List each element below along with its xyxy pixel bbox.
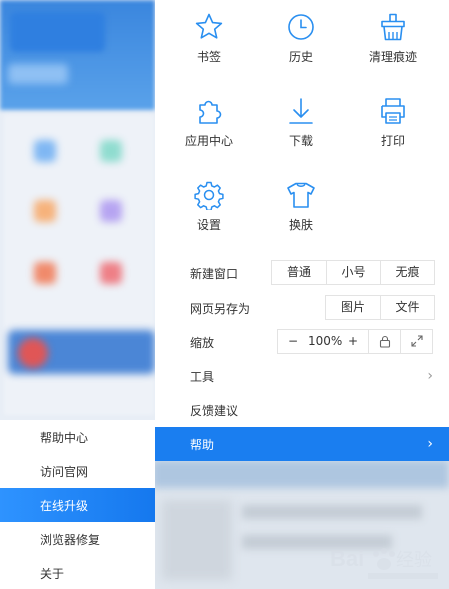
zoom-row: 缩放 − 100% + bbox=[155, 325, 449, 359]
clock-icon bbox=[288, 14, 314, 40]
new-window-options: 普通 小号 无痕 bbox=[271, 260, 435, 285]
menu-print-label: 打印 bbox=[380, 134, 405, 148]
menu-app-center-label: 应用中心 bbox=[184, 134, 233, 148]
submenu-help-center-label: 帮助中心 bbox=[40, 431, 89, 445]
submenu-browser-repair[interactable]: 浏览器修复 bbox=[0, 522, 155, 556]
new-window-incognito-button[interactable]: 无痕 bbox=[380, 261, 434, 284]
submenu-help-center[interactable]: 帮助中心 bbox=[0, 420, 155, 454]
new-window-label: 新建窗口 bbox=[190, 267, 239, 281]
tools-label: 工具 bbox=[190, 370, 215, 384]
browser-main-menu: 书签 历史 清理痕迹 应用中心 下载 打印 设置 换肤 新建窗口 普通 小号 无… bbox=[155, 0, 449, 461]
svg-text:Bai: Bai bbox=[330, 546, 364, 571]
submenu-online-upgrade-label: 在线升级 bbox=[40, 499, 89, 513]
watermark-logo: Bai 经验 bbox=[330, 546, 438, 579]
puzzle-icon bbox=[199, 100, 222, 124]
zoom-lock-button[interactable] bbox=[368, 330, 400, 353]
chevron-right-icon: › bbox=[427, 436, 433, 452]
gear-icon bbox=[194, 181, 224, 210]
menu-bookmarks-label: 书签 bbox=[196, 50, 221, 64]
menu-clear-traces-label: 清理痕迹 bbox=[368, 50, 417, 64]
save-as-label: 网页另存为 bbox=[190, 302, 251, 316]
new-window-normal-button[interactable]: 普通 bbox=[272, 261, 326, 284]
submenu-online-upgrade[interactable]: 在线升级 bbox=[0, 488, 155, 522]
zoom-controls: − 100% + bbox=[277, 329, 433, 354]
menu-skin-label: 换肤 bbox=[288, 218, 313, 232]
lock-icon bbox=[379, 335, 390, 348]
menu-help[interactable]: 帮助 › bbox=[155, 427, 449, 461]
menu-app-center[interactable]: 应用中心 bbox=[163, 96, 255, 176]
menu-history-label: 历史 bbox=[288, 50, 313, 64]
chevron-right-icon: › bbox=[427, 368, 433, 384]
star-icon bbox=[195, 13, 223, 39]
menu-settings-label: 设置 bbox=[196, 218, 221, 232]
tshirt-icon bbox=[287, 182, 315, 208]
zoom-label: 缩放 bbox=[190, 336, 215, 350]
zoom-value: 100% bbox=[308, 334, 343, 348]
menu-bookmarks[interactable]: 书签 bbox=[163, 12, 255, 92]
submenu-browser-repair-label: 浏览器修复 bbox=[40, 533, 101, 547]
new-window-small-button[interactable]: 小号 bbox=[326, 261, 380, 284]
submenu-visit-website[interactable]: 访问官网 bbox=[0, 454, 155, 488]
broom-icon bbox=[381, 13, 405, 41]
help-submenu: 帮助中心 访问官网 在线升级 浏览器修复 关于 bbox=[0, 420, 155, 589]
menu-tools[interactable]: 工具 › bbox=[155, 359, 449, 393]
save-as-file-button[interactable]: 文件 bbox=[380, 296, 434, 319]
menu-history[interactable]: 历史 bbox=[255, 12, 347, 92]
fullscreen-button[interactable] bbox=[400, 330, 432, 353]
download-icon bbox=[289, 98, 313, 124]
save-as-options: 图片 文件 bbox=[325, 295, 435, 320]
menu-clear-traces[interactable]: 清理痕迹 bbox=[347, 12, 439, 92]
menu-download-label: 下载 bbox=[288, 134, 313, 148]
submenu-about-label: 关于 bbox=[40, 567, 65, 581]
menu-feedback[interactable]: 反馈建议 bbox=[155, 393, 449, 427]
zoom-out-button[interactable]: − bbox=[278, 330, 308, 353]
submenu-visit-website-label: 访问官网 bbox=[40, 465, 89, 479]
save-as-image-button[interactable]: 图片 bbox=[326, 296, 380, 319]
feedback-label: 反馈建议 bbox=[190, 404, 239, 418]
help-label: 帮助 bbox=[190, 438, 215, 452]
svg-text:经验: 经验 bbox=[396, 550, 432, 571]
save-as-row: 网页另存为 图片 文件 bbox=[155, 291, 449, 325]
menu-settings[interactable]: 设置 bbox=[163, 180, 255, 260]
new-window-row: 新建窗口 普通 小号 无痕 bbox=[155, 256, 449, 290]
background-page bbox=[0, 0, 155, 425]
menu-print[interactable]: 打印 bbox=[347, 96, 439, 176]
submenu-about[interactable]: 关于 bbox=[0, 556, 155, 589]
printer-icon bbox=[381, 98, 405, 124]
zoom-in-button[interactable]: + bbox=[338, 330, 368, 353]
menu-download[interactable]: 下载 bbox=[255, 96, 347, 176]
menu-skin[interactable]: 换肤 bbox=[255, 180, 347, 260]
expand-icon bbox=[410, 335, 423, 347]
